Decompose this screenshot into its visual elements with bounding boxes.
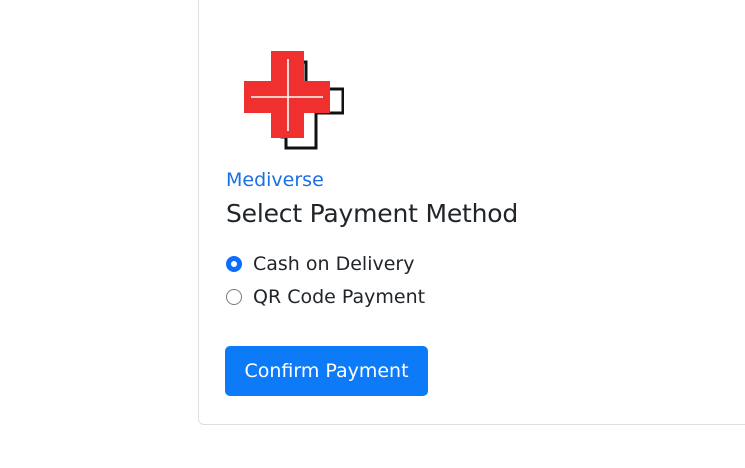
cash-on-delivery-radio[interactable] — [226, 256, 242, 272]
medical-cross-icon — [244, 51, 344, 150]
confirm-payment-button[interactable]: Confirm Payment — [225, 346, 428, 396]
payment-option-qr[interactable]: QR Code Payment — [226, 285, 425, 309]
qr-code-payment-radio[interactable] — [226, 289, 242, 305]
payment-option-cash[interactable]: Cash on Delivery — [226, 252, 414, 276]
cash-on-delivery-label: Cash on Delivery — [253, 253, 415, 275]
brand-name[interactable]: Mediverse — [226, 169, 324, 191]
page-title: Select Payment Method — [226, 199, 519, 228]
qr-code-payment-label: QR Code Payment — [253, 286, 426, 308]
